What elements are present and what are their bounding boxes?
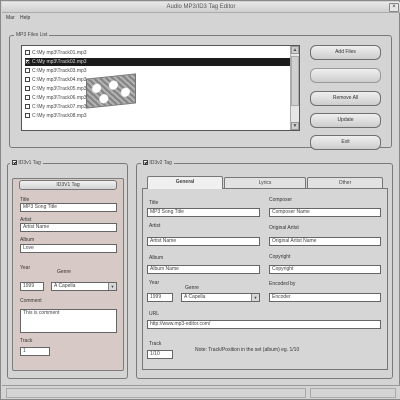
list-item[interactable]: C:\My mp3\Track03.mp3 xyxy=(25,67,290,75)
scroll-down-icon[interactable]: ▼ xyxy=(291,122,299,130)
checkbox[interactable] xyxy=(25,86,30,92)
checkbox[interactable] xyxy=(25,113,30,119)
checkbox[interactable] xyxy=(25,68,30,74)
v2-year-label: Year xyxy=(149,280,160,286)
id3v1-header: ID3V1 Tag xyxy=(19,180,117,190)
v1-album-field[interactable]: Love xyxy=(20,244,117,253)
id3v2-checkbox[interactable] xyxy=(143,160,148,166)
status-bar xyxy=(2,385,400,399)
v2-encoded-field[interactable]: Encoder xyxy=(269,293,381,302)
v2-url-field[interactable]: http://www.mp3-editor.com/ xyxy=(147,320,381,329)
v2-track-label: Track xyxy=(149,341,162,347)
menu-bar: Mar Help xyxy=(2,14,400,22)
list-item[interactable]: C:\My mp3\Track02.mp3 xyxy=(25,58,290,66)
remove-all-button[interactable]: Remove All xyxy=(310,91,381,106)
list-item[interactable]: C:\My mp3\Track08.mp3 xyxy=(25,112,290,120)
v1-album-label: Album xyxy=(20,237,35,243)
id3v2-legend: ID3v2 Tag xyxy=(141,160,174,166)
menu-item-help[interactable]: Help xyxy=(20,15,30,21)
v2-composer-label: Composer xyxy=(269,197,293,203)
v2-copyright-label: Copyright xyxy=(269,254,291,260)
scroll-up-icon[interactable]: ▲ xyxy=(291,46,299,54)
v2-title-label: Title xyxy=(149,200,159,206)
checkbox[interactable] xyxy=(25,77,30,83)
scroll-thumb[interactable] xyxy=(291,56,299,106)
list-scrollbar[interactable]: ▲ ▼ xyxy=(290,46,299,130)
chevron-down-icon[interactable]: ▼ xyxy=(108,283,116,290)
list-item[interactable]: C:\My mp3\Track04.mp3 xyxy=(25,76,290,84)
add-files-button[interactable]: Add Files xyxy=(310,45,381,60)
checkbox[interactable] xyxy=(25,50,30,56)
v2-track-note: Note: Track/Position in the set (album) … xyxy=(195,347,300,353)
tab-other[interactable]: Other xyxy=(307,177,383,188)
file-list[interactable]: C:\My mp3\Track01.mp3 C:\My mp3\Track02.… xyxy=(21,45,300,131)
v2-encoded-label: Encoded by xyxy=(269,281,296,287)
v2-composer-field[interactable]: Composer Name xyxy=(269,208,381,217)
mp3-files-legend: MP3 Files List xyxy=(14,32,50,38)
v1-genre-label: Genre xyxy=(57,269,71,275)
list-item[interactable]: C:\My mp3\Track07.mp3 xyxy=(25,103,290,111)
title-bar: Audio MP3/ID3 Tag Editor × xyxy=(2,2,400,13)
tab-general[interactable]: General xyxy=(147,176,223,189)
v1-year-label: Year xyxy=(20,265,31,271)
checkbox[interactable] xyxy=(25,59,30,65)
blank-button[interactable] xyxy=(310,68,381,83)
list-item[interactable]: C:\My mp3\Track05.mp3 xyxy=(25,85,290,93)
v2-genre-select[interactable]: A Capella ▼ xyxy=(181,293,260,302)
v2-title-field[interactable]: MP3 Song Title xyxy=(147,208,260,217)
v2-album-field[interactable]: Album Name xyxy=(147,265,260,274)
v2-track-field[interactable]: 1/10 xyxy=(147,350,173,359)
status-cell xyxy=(310,388,396,398)
window-title: Audio MP3/ID3 Tag Editor xyxy=(166,4,236,10)
tab-lyrics[interactable]: Lyrics xyxy=(224,177,306,188)
checkbox[interactable] xyxy=(25,104,30,110)
v1-comment-label: Comment xyxy=(20,298,42,304)
v1-artist-field[interactable]: Artist Name xyxy=(20,223,117,232)
drag-preview-image xyxy=(86,73,136,109)
v2-artist-field[interactable]: Artist Name xyxy=(147,237,260,246)
v2-genre-label: Genre xyxy=(185,285,199,291)
checkbox[interactable] xyxy=(25,95,30,101)
close-icon[interactable]: × xyxy=(389,3,399,12)
v2-artist-label: Artist xyxy=(149,223,161,229)
exit-button[interactable]: Exit xyxy=(310,135,381,150)
list-item[interactable]: C:\My mp3\Track06.mp3 xyxy=(25,94,290,102)
v2-copyright-field[interactable]: Copyright xyxy=(269,265,381,274)
chevron-down-icon[interactable]: ▼ xyxy=(251,294,259,301)
v1-comment-field[interactable]: This is comment xyxy=(20,309,117,333)
main-window: Audio MP3/ID3 Tag Editor × Mar Help MP3 … xyxy=(0,0,400,400)
v2-album-label: Album xyxy=(149,255,164,261)
id3v2-tabs: General Lyrics Other xyxy=(147,176,383,189)
list-item[interactable]: C:\My mp3\Track01.mp3 xyxy=(25,49,290,57)
v1-year-field[interactable]: 1999 xyxy=(20,282,44,291)
v1-genre-select[interactable]: A Capella ▼ xyxy=(51,282,117,291)
v2-orig-artist-field[interactable]: Original Artist Name xyxy=(269,237,381,246)
id3v1-legend: ID3v1 Tag xyxy=(10,160,43,166)
v1-track-field[interactable]: 1 xyxy=(20,347,50,356)
update-button[interactable]: Update xyxy=(310,113,381,128)
v1-title-field[interactable]: MP3 Song Title xyxy=(20,203,117,212)
v2-year-field[interactable]: 1999 xyxy=(147,293,173,302)
status-cell xyxy=(6,388,306,398)
v2-url-label: URL xyxy=(149,311,160,317)
menu-item-file[interactable]: Mar xyxy=(6,15,15,21)
v1-track-label: Track xyxy=(20,338,33,344)
v2-orig-artist-label: Original Artist xyxy=(269,225,299,231)
id3v1-checkbox[interactable] xyxy=(12,160,17,166)
